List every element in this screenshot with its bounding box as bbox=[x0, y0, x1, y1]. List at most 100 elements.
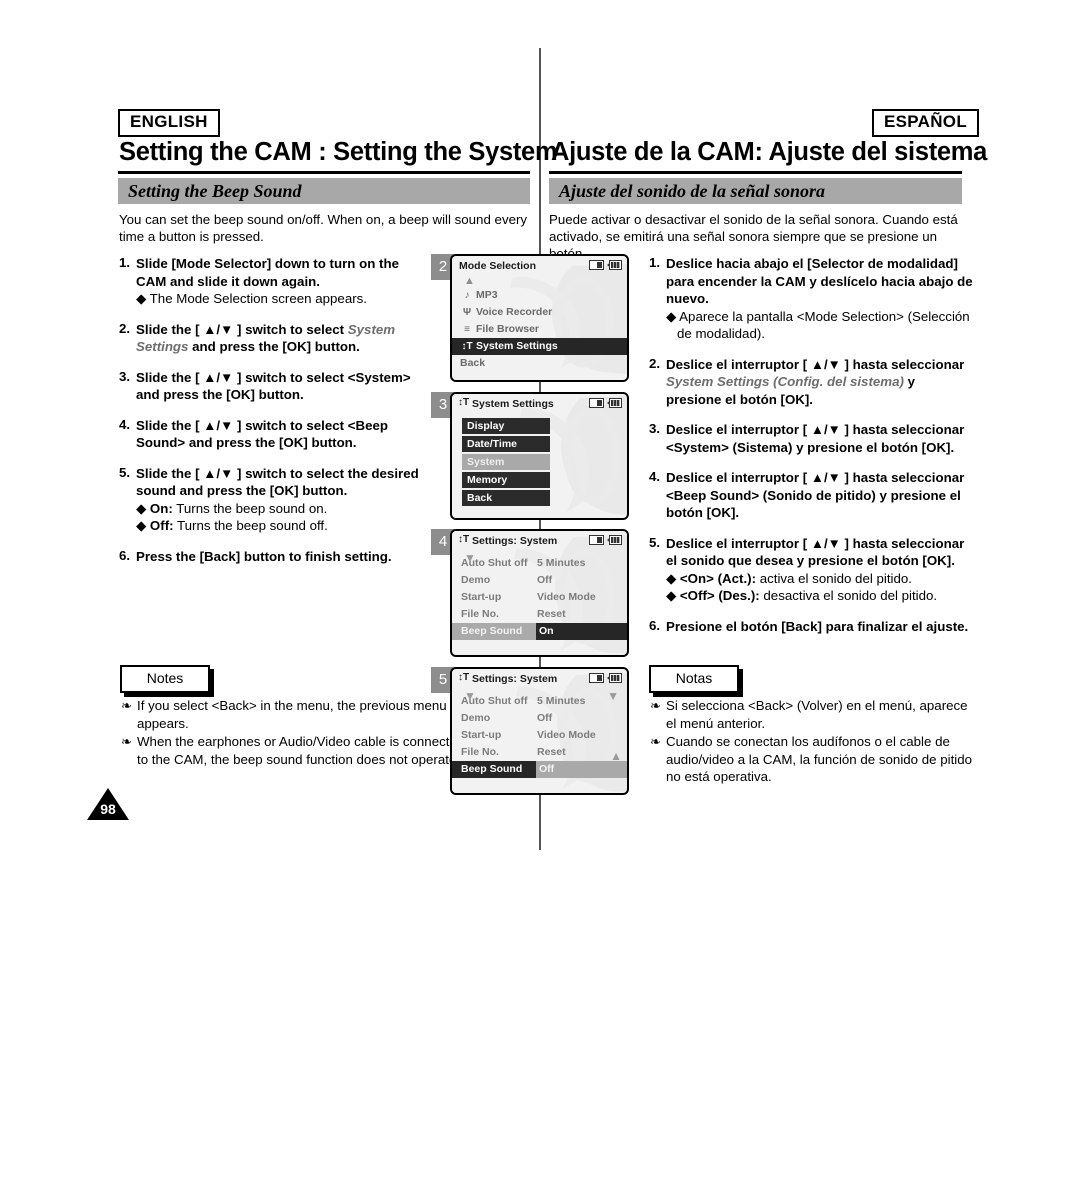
settings-sliders-icon: ↕T bbox=[461, 341, 473, 352]
battery-icon bbox=[607, 398, 622, 408]
step-item: 5. Slide the [ ▲/▼ ] switch to select th… bbox=[119, 465, 419, 535]
lcd-status-icons bbox=[589, 260, 622, 270]
menu-item-memory[interactable]: Memory bbox=[462, 472, 550, 488]
setting-row-demo[interactable]: Demo Off bbox=[452, 710, 627, 727]
lcd-title-bar: ↕T Settings: System bbox=[452, 531, 627, 550]
step-number: 2. bbox=[119, 320, 131, 336]
menu-item-back[interactable]: Back bbox=[462, 490, 550, 506]
section-title-english: Setting the Beep Sound bbox=[128, 181, 302, 201]
notes-list-spanish: ❧ Si selecciona <Back> (Volver) en el me… bbox=[649, 697, 981, 787]
value-scroll-down-arrow[interactable]: ▼ bbox=[607, 690, 619, 702]
lcd-settings-list: Auto Shut off 5 Minutes Demo Off Start-u… bbox=[452, 688, 627, 778]
step-number: 6. bbox=[119, 547, 131, 563]
settings-sliders-icon: ↕T bbox=[458, 672, 470, 683]
scroll-down-arrow[interactable]: ▼ bbox=[464, 552, 476, 564]
value-scroll-up-arrow[interactable]: ▲ bbox=[610, 750, 622, 762]
menu-item-file-browser[interactable]: ≡ File Browser bbox=[452, 321, 627, 338]
setting-row-file-no[interactable]: File No. Reset ▲ bbox=[452, 744, 627, 762]
step-sub: ◆ Off: Turns the beep sound off. bbox=[136, 518, 328, 533]
menu-item-mp3[interactable]: ♪ MP3 bbox=[452, 287, 627, 304]
menu-item-back[interactable]: Back bbox=[452, 355, 627, 372]
step-text: Slide the [ ▲/▼ ] switch to select <Beep… bbox=[136, 417, 389, 451]
step-text: Slide [Mode Selector] down to turn on th… bbox=[136, 256, 399, 289]
step-text: Slide the [ ▲/▼ ] switch to select <Syst… bbox=[136, 369, 411, 403]
menu-item-label: System Settings bbox=[476, 340, 558, 352]
menu-item-date-time[interactable]: Date/Time bbox=[462, 436, 550, 452]
setting-value: Reset bbox=[537, 746, 566, 758]
setting-label: Beep Sound bbox=[452, 761, 536, 778]
file-browser-icon: ≡ bbox=[464, 324, 470, 335]
scroll-down-arrow[interactable]: ▼ bbox=[464, 690, 476, 702]
setting-value: 5 Minutes bbox=[537, 695, 586, 707]
setting-row-start-up[interactable]: Start-up Video Mode bbox=[452, 727, 627, 744]
setting-label: Beep Sound bbox=[452, 623, 536, 640]
music-note-icon: ♪ bbox=[464, 290, 470, 301]
setting-label: Start-up bbox=[461, 591, 502, 603]
menu-item-system-settings[interactable]: ↕T System Settings bbox=[452, 338, 627, 355]
step-text-pre: Slide the [ ▲/▼ ] switch to select bbox=[136, 321, 348, 337]
lcd-status-icons bbox=[589, 535, 622, 545]
setting-row-demo[interactable]: Demo Off bbox=[452, 572, 627, 589]
page-title-spanish: Ajuste de la CAM: Ajuste del sistema bbox=[551, 138, 988, 166]
steps-list-spanish: 1. Deslice hacia abajo el [Selector de m… bbox=[649, 255, 974, 648]
step-text-pre: Deslice el interruptor [ ▲/▼ ] hasta sel… bbox=[666, 356, 965, 372]
notes-list-english: ❧ If you select <Back> in the menu, the … bbox=[120, 697, 472, 769]
setting-value: On bbox=[536, 623, 627, 640]
battery-icon bbox=[607, 673, 622, 683]
note-item: ❧ If you select <Back> in the menu, the … bbox=[120, 697, 472, 732]
menu-item-display[interactable]: Display bbox=[462, 418, 550, 434]
setting-row-beep-sound[interactable]: Beep Sound Off bbox=[452, 761, 627, 778]
step-sub: ◆ <Off> (Des.): desactiva el sonido del … bbox=[666, 588, 938, 603]
lcd-title-text: System Settings bbox=[472, 398, 554, 410]
setting-row-auto-shut-off[interactable]: Auto Shut off 5 Minutes bbox=[452, 693, 627, 710]
setting-label: File No. bbox=[461, 746, 499, 758]
step-number: 5. bbox=[649, 534, 661, 550]
setting-value: Off bbox=[537, 574, 553, 586]
step-number: 4. bbox=[649, 469, 661, 484]
step-number: 3. bbox=[119, 368, 131, 384]
notes-label: Notas bbox=[675, 670, 713, 686]
lcd-title-text: Settings: System bbox=[472, 535, 558, 547]
step-text-emphasis: System Settings (Config. del sistema) bbox=[666, 374, 904, 389]
lcd-title-bar: Mode Selection bbox=[452, 256, 627, 275]
battery-icon bbox=[607, 260, 622, 270]
title-rule-spanish bbox=[549, 171, 962, 174]
intro-paragraph-english: You can set the beep sound on/off. When … bbox=[119, 212, 528, 244]
step-text: Deslice hacia abajo el [Selector de moda… bbox=[666, 256, 973, 306]
setting-row-file-no[interactable]: File No. Reset bbox=[452, 606, 627, 623]
setting-row-start-up[interactable]: Start-up Video Mode bbox=[452, 589, 627, 606]
scroll-up-arrow[interactable]: ▲ bbox=[464, 276, 475, 287]
settings-sliders-icon: ↕T bbox=[458, 534, 470, 545]
section-bar-spanish: Ajuste del sonido de la señal sonora bbox=[549, 178, 962, 204]
page-title-english: Setting the CAM : Setting the System bbox=[119, 138, 558, 166]
step-item: 4. Deslice el interruptor [ ▲/▼ ] hasta … bbox=[649, 469, 974, 522]
step-text: Press the [Back] button to finish settin… bbox=[136, 548, 392, 564]
note-bullet-icon: ❧ bbox=[650, 734, 661, 749]
lcd-title-bar: ↕T Settings: System bbox=[452, 669, 627, 688]
lcd-title-text: Mode Selection bbox=[459, 260, 537, 272]
step-sub: ◆ <On> (Act.): activa el sonido del piti… bbox=[666, 570, 912, 586]
setting-label: File No. bbox=[461, 608, 499, 620]
menu-item-voice-recorder[interactable]: Ψ Voice Recorder bbox=[452, 304, 627, 321]
note-text: Cuando se conectan los audífonos o el ca… bbox=[666, 734, 973, 784]
step-number: 6. bbox=[649, 617, 661, 633]
menu-item-system[interactable]: System bbox=[462, 454, 550, 470]
lcd-menu-list: ▲ ♪ MP3 Ψ Voice Recorder ≡ File Browser … bbox=[452, 275, 627, 372]
lcd-status-icons bbox=[589, 673, 622, 683]
memory-card-icon bbox=[589, 535, 604, 545]
menu-item-label: Back bbox=[460, 357, 486, 369]
language-badge-english: ENGLISH bbox=[118, 109, 220, 137]
setting-value: Video Mode bbox=[537, 729, 596, 741]
step-text: Deslice el interruptor [ ▲/▼ ] hasta sel… bbox=[666, 535, 965, 569]
setting-row-auto-shut-off[interactable]: Auto Shut off 5 Minutes bbox=[452, 555, 627, 572]
title-rule-english bbox=[118, 171, 530, 174]
setting-row-beep-sound[interactable]: Beep Sound On bbox=[452, 623, 627, 640]
setting-value: 5 Minutes bbox=[537, 557, 586, 569]
step-number: 4. bbox=[119, 416, 131, 432]
lcd-status-icons bbox=[589, 398, 622, 408]
step-sub: ◆ Aparece la pantalla <Mode Selection> (… bbox=[666, 308, 970, 342]
step-item: 4. Slide the [ ▲/▼ ] switch to select <B… bbox=[119, 417, 419, 452]
note-text: When the earphones or Audio/Video cable … bbox=[137, 734, 465, 767]
step-item: 2. Slide the [ ▲/▼ ] switch to select Sy… bbox=[119, 321, 419, 356]
memory-card-icon bbox=[589, 673, 604, 683]
